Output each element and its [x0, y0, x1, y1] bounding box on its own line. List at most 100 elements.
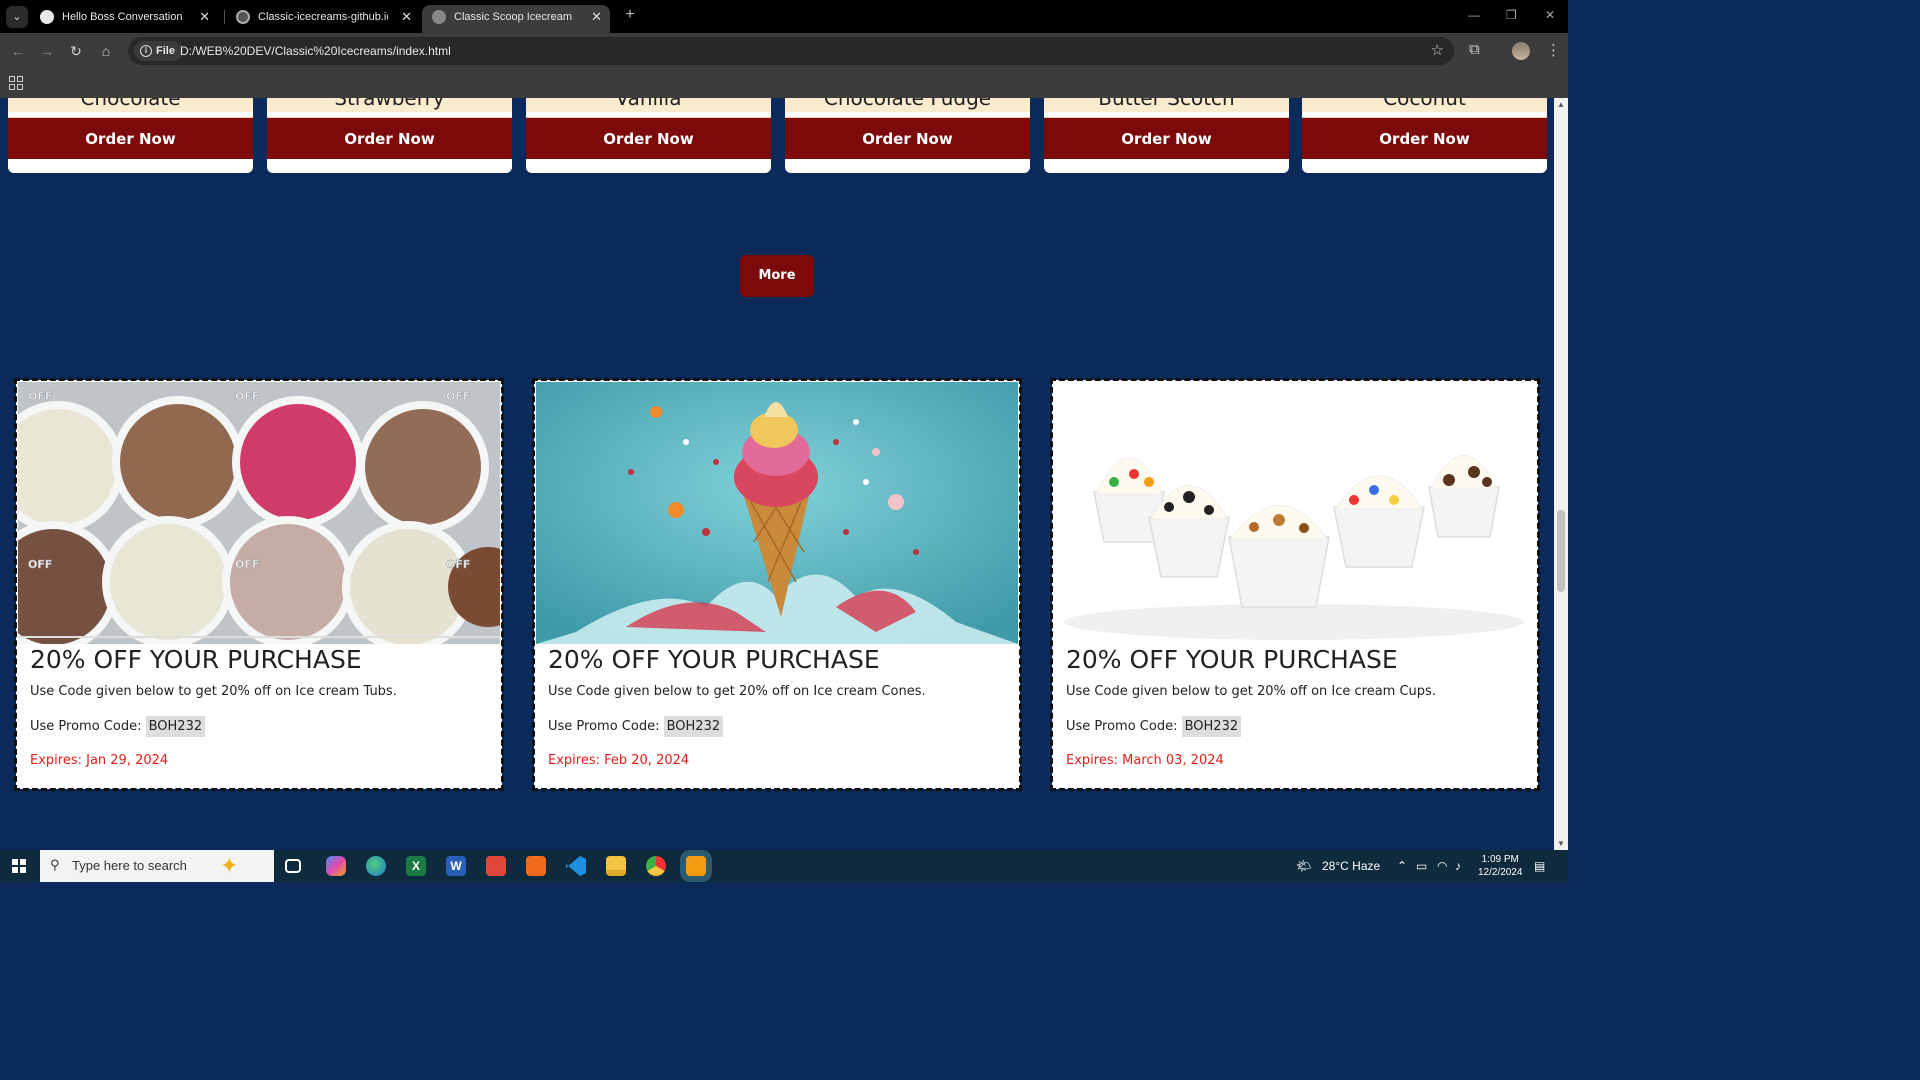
notification-icon[interactable]: ▤ [1534, 850, 1545, 882]
promo-line: Use Promo Code: BOH232 [1066, 716, 1242, 738]
promo-label: Use Promo Code: [548, 719, 660, 734]
word-icon[interactable]: W [446, 856, 466, 876]
tab-close-icon[interactable]: ✕ [591, 5, 602, 29]
flavor-card: Coconut Order Now [1302, 98, 1547, 173]
clock-date: 12/2/2024 [1478, 867, 1523, 878]
reload-icon[interactable]: ↻ [66, 41, 86, 61]
flavor-card: Vanilla Order Now [526, 98, 771, 173]
browser-menu-icon[interactable]: ⋮ [1546, 41, 1561, 59]
tray-overflow-chevron-icon[interactable]: ⌃ [1397, 850, 1407, 882]
svg-text:OFF: OFF [28, 558, 52, 571]
browser-toolbar: ← → ↻ ⌂ i File D:/WEB%20DEV/Classic%20Ic… [0, 33, 1568, 69]
restore-icon[interactable]: ❐ [1506, 8, 1517, 22]
anydesk-icon[interactable] [486, 856, 506, 876]
order-now-button[interactable]: Order Now [1044, 117, 1289, 159]
taskbar-clock[interactable]: 1:09 PM 12/2/2024 [1478, 853, 1523, 879]
chrome-icon[interactable] [646, 856, 666, 876]
svg-text:OFF: OFF [446, 390, 470, 403]
minimize-icon[interactable]: — [1468, 8, 1480, 22]
coupon-title: 20% OFF YOUR PURCHASE [1066, 645, 1398, 674]
flavor-card: Strawberry Order Now [267, 98, 512, 173]
coupon-expiry: Expires: Jan 29, 2024 [30, 753, 169, 768]
coupon-title: 20% OFF YOUR PURCHASE [548, 645, 880, 674]
excel-icon[interactable]: X [406, 856, 426, 876]
order-now-button[interactable]: Order Now [267, 117, 512, 159]
clock-time: 1:09 PM [1481, 854, 1519, 865]
coupon-title: 20% OFF YOUR PURCHASE [30, 645, 362, 674]
svg-text:OFF: OFF [28, 390, 52, 403]
order-now-button[interactable]: Order Now [1302, 117, 1547, 159]
scroll-down-arrow-icon[interactable]: ▼ [1557, 839, 1565, 848]
search-icon: ⚲ [50, 857, 60, 872]
bookmarks-bar [0, 69, 1568, 98]
taskbar-search-box[interactable]: ⚲ Type here to search ✦ [40, 850, 274, 882]
tab-search-chevron-icon[interactable]: ⌄ [6, 6, 28, 28]
windows-start-icon[interactable] [12, 859, 26, 873]
globe-favicon-icon [432, 10, 446, 24]
site-info-chip[interactable]: i File [134, 41, 183, 61]
tab-github-readme[interactable]: Classic-icecreams-github.io/README.md ✕ [226, 5, 420, 33]
flavor-name: Coconut [1383, 98, 1466, 110]
xampp-icon[interactable] [526, 856, 546, 876]
forward-arrow-icon[interactable]: → [37, 41, 57, 61]
tab-title: Classic-icecreams-github.io/README.md [258, 11, 388, 23]
svg-text:OFF: OFF [235, 390, 259, 403]
edge-browser-icon[interactable] [366, 856, 386, 876]
close-window-icon[interactable]: ✕ [1545, 8, 1555, 22]
tab-close-icon[interactable]: ✕ [199, 5, 210, 29]
coupon-expiry: Expires: Feb 20, 2024 [548, 753, 690, 768]
ice-cream-cups-image [1054, 382, 1536, 644]
apps-grid-icon[interactable] [9, 76, 23, 90]
new-tab-plus-icon[interactable]: + [620, 6, 640, 24]
extensions-puzzle-icon[interactable]: ⧉ [1469, 41, 1480, 58]
copilot-sparkle-icon: ✦ [220, 853, 239, 878]
back-arrow-icon[interactable]: ← [8, 41, 28, 61]
address-bar[interactable]: i File D:/WEB%20DEV/Classic%20Icecreams/… [128, 37, 1454, 65]
profile-avatar[interactable] [1512, 42, 1530, 60]
windows-taskbar: ⚲ Type here to search ✦ X W 🌤 28°C Haze … [0, 850, 1568, 882]
active-app-icon[interactable] [686, 856, 706, 876]
weather-text[interactable]: 28°C Haze [1322, 850, 1380, 882]
file-explorer-icon[interactable] [606, 856, 626, 876]
flavor-name: Chocolate Fudge [823, 98, 992, 110]
ice-cream-tubs-image: OFF OFF OFF OFF OFF OFF [18, 382, 500, 644]
scroll-up-arrow-icon[interactable]: ▲ [1557, 100, 1565, 109]
flavor-name: Vanilla [615, 98, 682, 110]
copilot-app-icon[interactable] [326, 856, 346, 876]
weather-icon[interactable]: 🌤 [1296, 850, 1311, 882]
task-view-icon[interactable] [285, 859, 301, 873]
url-text[interactable]: D:/WEB%20DEV/Classic%20Icecreams/index.h… [180, 37, 451, 65]
promo-line: Use Promo Code: BOH232 [548, 716, 724, 738]
page-scrollbar[interactable]: ▲ ▼ [1554, 98, 1568, 850]
browser-tab-strip: ⌄ Hello Boss Conversation ✕ Classic-icec… [0, 0, 1568, 33]
volume-icon[interactable]: ♪ [1455, 850, 1461, 882]
more-button[interactable]: More [740, 255, 814, 297]
coupon-card-cones: 20% OFF YOUR PURCHASE Use Code given bel… [532, 378, 1022, 791]
tab-close-icon[interactable]: ✕ [401, 5, 412, 29]
bookmark-star-icon[interactable]: ☆ [1431, 41, 1444, 59]
flavor-card: Butter Scotch Order Now [1044, 98, 1289, 173]
flavor-name: Chocolate [80, 98, 181, 110]
tab-title: Classic Scoop Icecream [454, 11, 572, 23]
flavor-name: Butter Scotch [1098, 98, 1235, 110]
wifi-icon[interactable]: ◠ [1437, 850, 1447, 882]
tab-hello-boss[interactable]: Hello Boss Conversation ✕ [30, 5, 218, 33]
order-now-button[interactable]: Order Now [785, 117, 1030, 159]
promo-code: BOH232 [145, 716, 206, 737]
coupon-description: Use Code given below to get 20% off on I… [548, 684, 926, 699]
order-now-button[interactable]: Order Now [8, 117, 253, 159]
site-info-label: File [156, 45, 175, 57]
order-now-button[interactable]: Order Now [526, 117, 771, 159]
tab-classic-scoop[interactable]: Classic Scoop Icecream ✕ [422, 5, 610, 33]
github-favicon-icon [236, 10, 250, 24]
promo-label: Use Promo Code: [1066, 719, 1178, 734]
battery-icon[interactable]: ▭ [1416, 850, 1427, 882]
ice-cream-cone-image [536, 382, 1018, 644]
scrollbar-thumb[interactable] [1557, 510, 1565, 592]
promo-code: BOH232 [663, 716, 724, 737]
vscode-icon[interactable] [566, 856, 586, 876]
home-icon[interactable]: ⌂ [96, 41, 116, 61]
coupon-card-cups: 20% OFF YOUR PURCHASE Use Code given bel… [1050, 378, 1540, 791]
tab-separator [224, 10, 225, 24]
coupon-card-tubs: OFF OFF OFF OFF OFF OFF 20% OFF YOUR PURCHAS… [14, 378, 504, 791]
